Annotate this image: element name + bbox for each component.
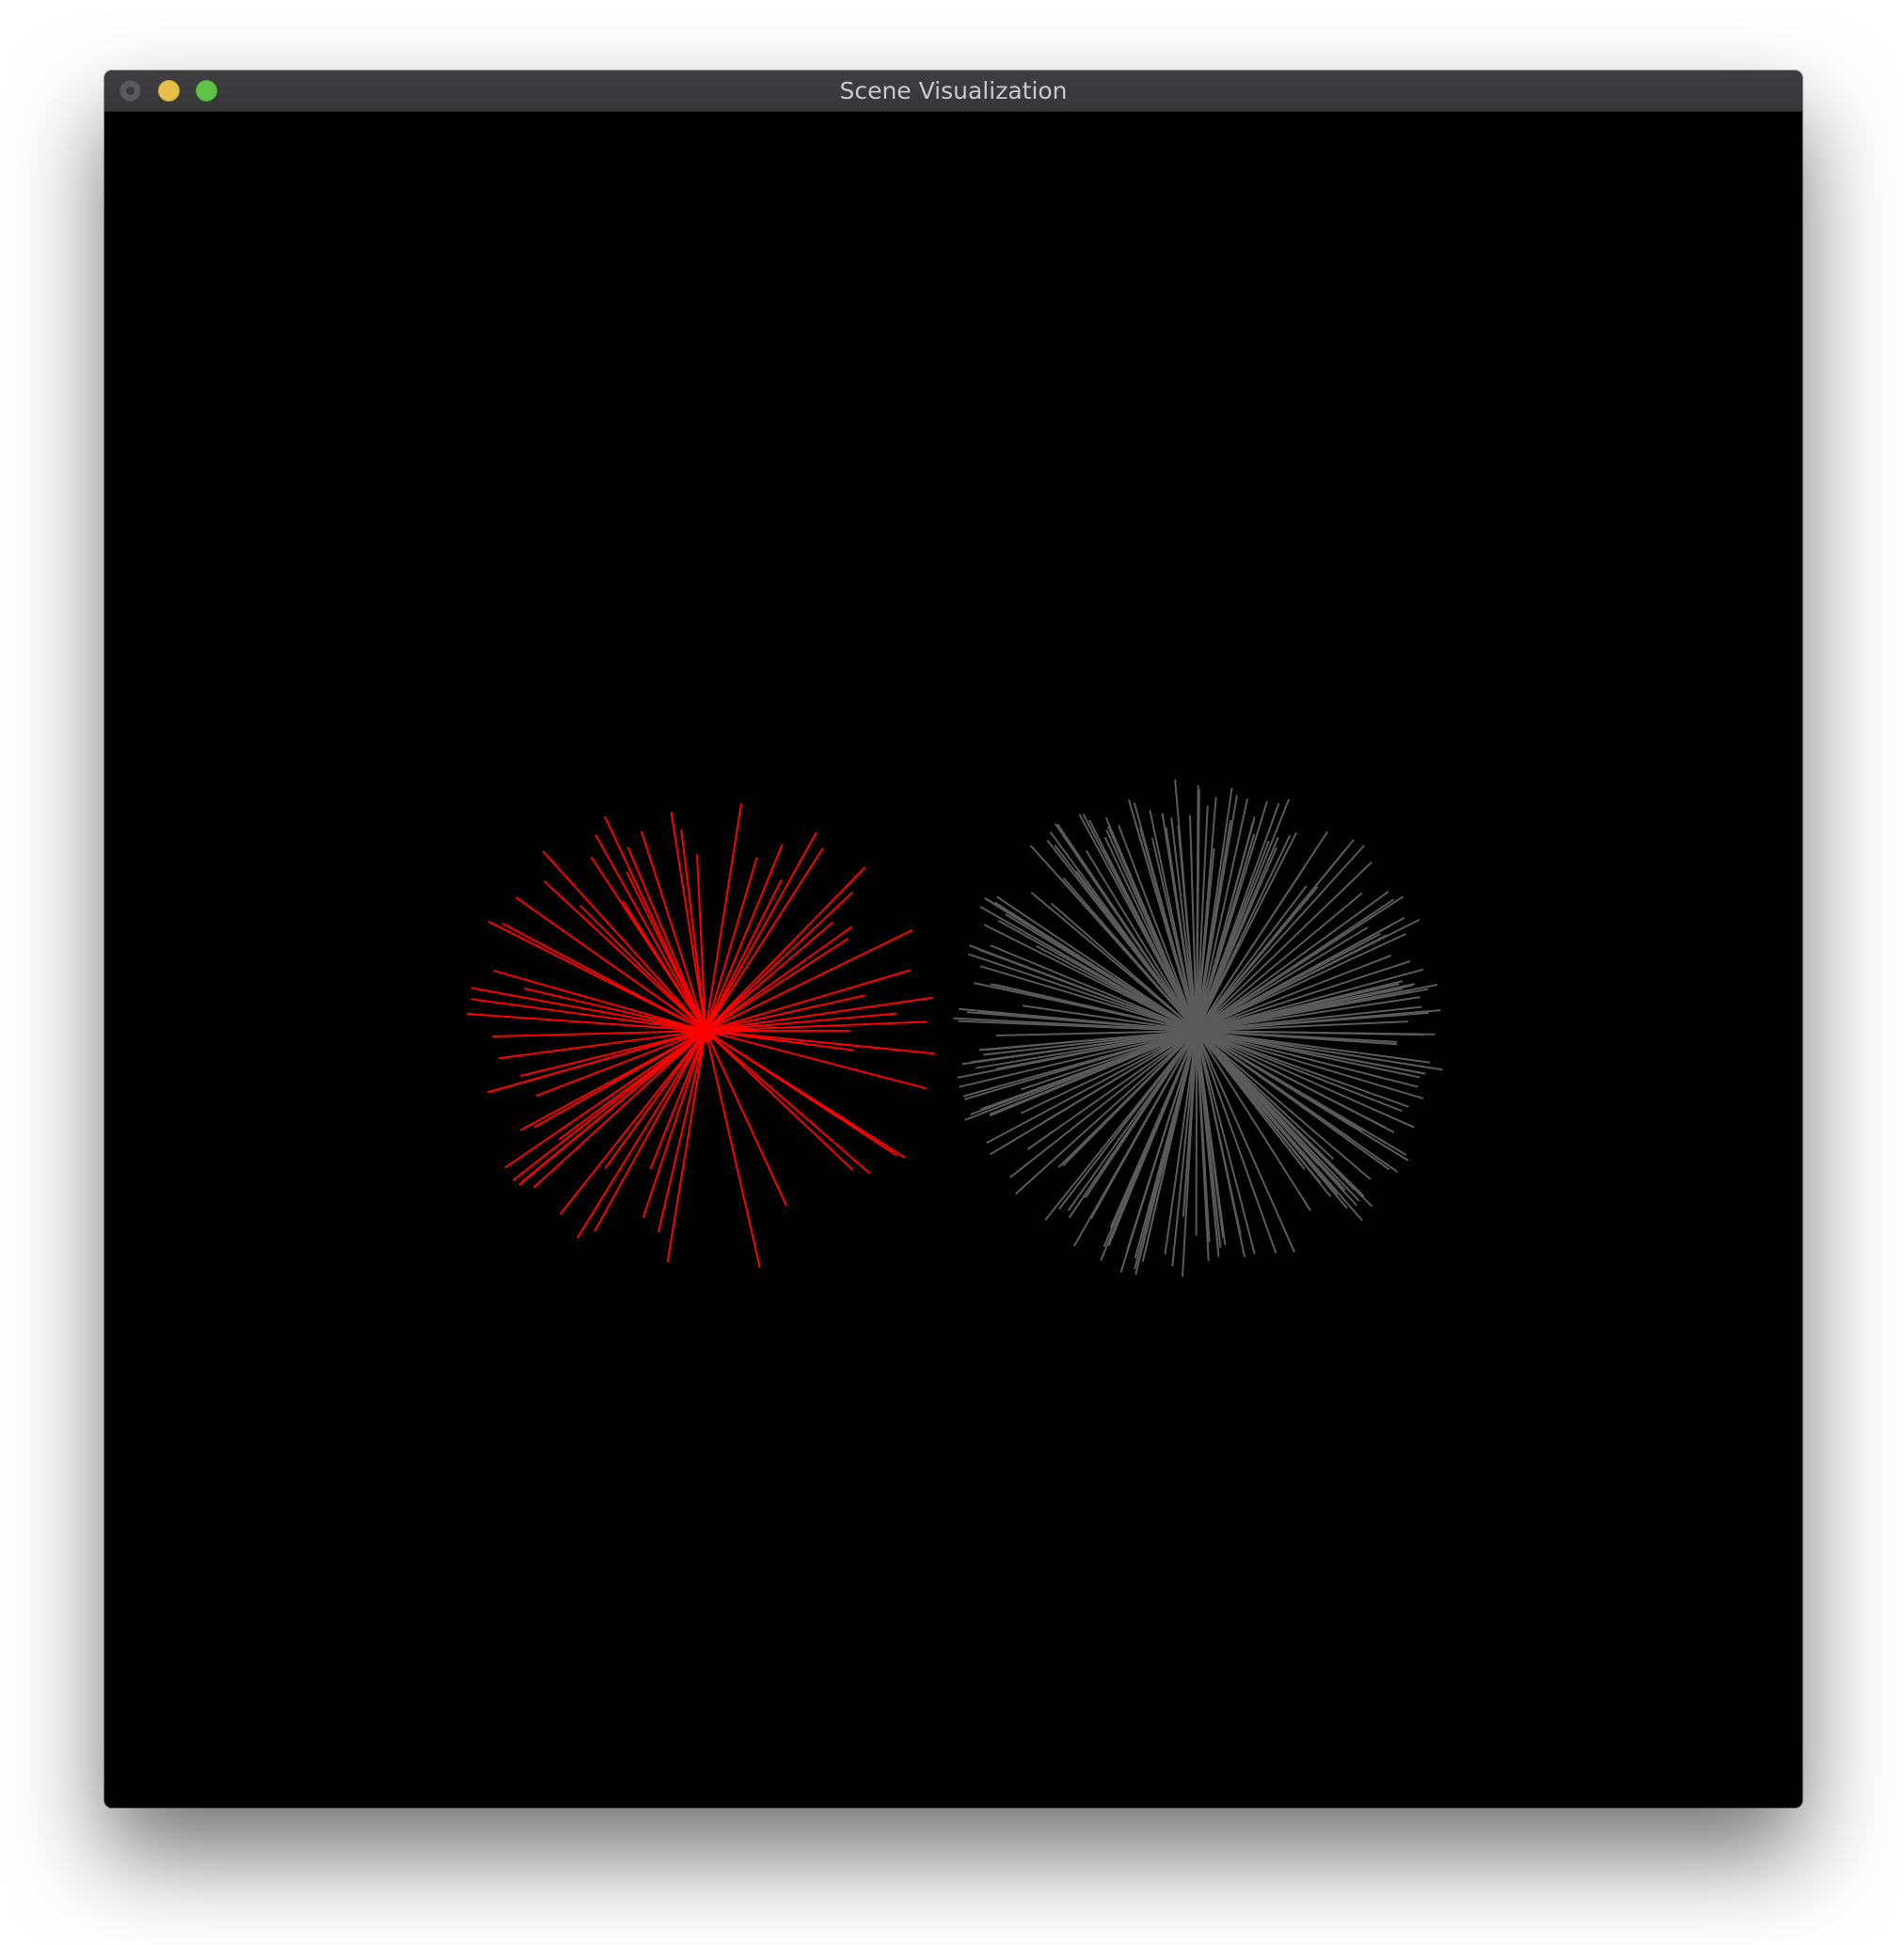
title-bar[interactable]: Scene Visualization: [104, 71, 1802, 112]
ray: [705, 891, 853, 1032]
window-title: Scene Visualization: [839, 77, 1068, 104]
ray: [1196, 1030, 1210, 1261]
app-window: Scene Visualization: [104, 71, 1802, 1808]
ray: [603, 815, 706, 1032]
ray: [705, 1030, 854, 1172]
ray: [705, 1030, 935, 1055]
burst-center: [694, 1020, 717, 1042]
ray: [503, 1030, 706, 1169]
ray: [705, 937, 849, 1032]
ray: [705, 1030, 761, 1268]
scene-canvas[interactable]: [104, 112, 1802, 1808]
ray: [1196, 925, 1391, 1032]
ray: [1196, 799, 1291, 1032]
ray: [705, 847, 824, 1032]
gray-ray-burst: [953, 779, 1443, 1277]
red-ray-burst: [467, 802, 935, 1268]
scene-render: [467, 779, 1443, 1277]
ray: [705, 831, 817, 1032]
